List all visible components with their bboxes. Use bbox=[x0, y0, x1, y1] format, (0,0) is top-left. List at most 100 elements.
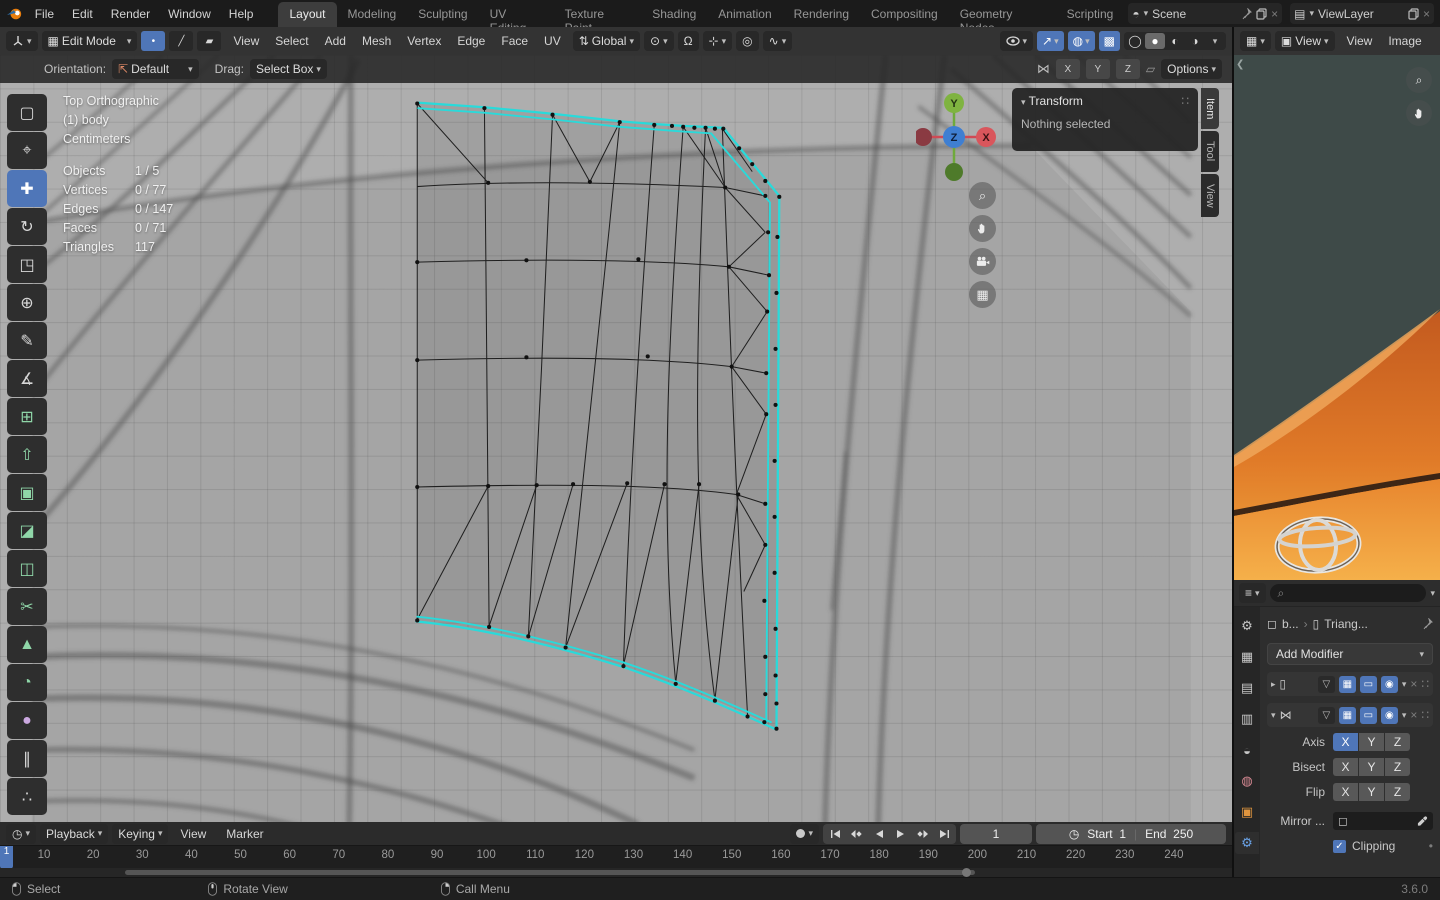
scene-selector[interactable]: ◓▾ Scene × bbox=[1128, 3, 1282, 24]
viewport-menu[interactable]: Vertex bbox=[399, 31, 449, 51]
snap-settings[interactable]: ⊹▾ bbox=[703, 31, 733, 51]
animate-dot-icon[interactable]: • bbox=[1429, 839, 1433, 853]
cage-toggle[interactable]: ▦ bbox=[1339, 676, 1356, 693]
mode-selector[interactable]: ▦Edit Mode▾ bbox=[42, 31, 138, 51]
rendered-shading-button[interactable]: ◑ bbox=[1185, 33, 1205, 49]
playback-menu[interactable]: Playback▾ bbox=[40, 824, 108, 844]
workspace-tab[interactable]: UV Editing bbox=[479, 2, 554, 27]
workspace-tab[interactable]: Scripting bbox=[1056, 2, 1125, 27]
realtime-display-toggle[interactable]: ▭ bbox=[1360, 707, 1377, 724]
sidebar-tab[interactable]: Item bbox=[1201, 88, 1219, 129]
workspace-tab[interactable]: Layout bbox=[278, 2, 336, 27]
proportional-editing-toggle[interactable]: ◎ bbox=[736, 31, 758, 51]
material-shading-button[interactable]: ◐ bbox=[1165, 33, 1185, 49]
keying-menu[interactable]: Keying▾ bbox=[112, 824, 168, 844]
play-button[interactable] bbox=[890, 825, 911, 843]
render-display-toggle[interactable]: ◉ bbox=[1381, 676, 1398, 693]
sidebar-tab[interactable]: Tool bbox=[1201, 131, 1219, 171]
image-editor-menu[interactable]: Image bbox=[1380, 31, 1429, 51]
image-view-selector[interactable]: ▣ View▾ bbox=[1275, 31, 1335, 51]
viewport-menu[interactable]: Select bbox=[267, 31, 316, 51]
flip-x-button[interactable]: X bbox=[1333, 783, 1358, 801]
axis-x-button[interactable]: X bbox=[1333, 733, 1358, 751]
properties-tab-render[interactable]: ▦ bbox=[1235, 646, 1259, 668]
tool-button-annotate[interactable]: ✎ bbox=[7, 322, 47, 359]
viewlayer-name[interactable]: ViewLayer bbox=[1318, 7, 1404, 21]
tool-button-edge-slide[interactable]: ∥ bbox=[7, 740, 47, 777]
mirror-x-button[interactable]: X bbox=[1056, 59, 1080, 79]
mirror-z-button[interactable]: Z bbox=[1116, 59, 1140, 79]
tool-button-inset-faces[interactable]: ▣ bbox=[7, 474, 47, 511]
viewport-menu[interactable]: Edge bbox=[449, 31, 493, 51]
properties-tab-world[interactable]: ◍ bbox=[1235, 770, 1259, 792]
falloff-selector[interactable]: ∿▾ bbox=[763, 31, 793, 51]
shading-dropdown[interactable]: ▾ bbox=[1205, 35, 1225, 48]
jump-to-end-button[interactable] bbox=[934, 825, 955, 843]
tool-button-scale[interactable]: ◳ bbox=[7, 246, 47, 283]
gizmo-toggle[interactable]: ↗▾ bbox=[1037, 31, 1064, 51]
grid-toggle-icon[interactable]: ▦ bbox=[969, 281, 996, 308]
workspace-tab[interactable]: Geometry Nodes bbox=[949, 2, 1056, 27]
viewport-menu[interactable]: Add bbox=[317, 31, 354, 51]
tool-button-move[interactable]: ✚ bbox=[7, 170, 47, 207]
zoom-icon[interactable]: ⌕ bbox=[969, 182, 996, 209]
wireframe-shading-button[interactable]: ◯ bbox=[1125, 33, 1145, 49]
overlays-toggle[interactable]: ◍▾ bbox=[1068, 31, 1095, 51]
pin-icon[interactable] bbox=[1242, 8, 1252, 20]
camera-view-icon[interactable] bbox=[969, 248, 996, 275]
breadcrumb-modifier[interactable]: Triang... bbox=[1324, 617, 1368, 631]
edit-mode-display-toggle[interactable]: ▽ bbox=[1318, 676, 1335, 693]
panel-resize-arrow-icon[interactable]: ❮ bbox=[1236, 59, 1244, 70]
timeline-view-menu[interactable]: View bbox=[172, 824, 214, 844]
blender-logo-icon[interactable] bbox=[6, 6, 24, 22]
scrollbar-knob[interactable] bbox=[962, 868, 971, 877]
transform-panel-collapse[interactable]: ▾ Transform bbox=[1021, 94, 1083, 108]
viewport-menu[interactable]: UV bbox=[536, 31, 569, 51]
previous-keyframe-button[interactable] bbox=[846, 825, 867, 843]
properties-tab-object[interactable]: ▣ bbox=[1235, 801, 1259, 823]
viewport-menu[interactable]: View bbox=[225, 31, 267, 51]
viewport-canvas[interactable] bbox=[0, 55, 1232, 822]
topbar-menu[interactable]: File bbox=[26, 4, 63, 24]
tool-button-add-cube[interactable]: ⊞ bbox=[7, 398, 47, 435]
timeline-scrollbar[interactable] bbox=[0, 868, 1232, 877]
visibility-dropdown[interactable]: ▾ bbox=[1000, 31, 1034, 51]
tool-button-poly-build[interactable]: ▲ bbox=[7, 626, 47, 663]
tool-button-extrude-region[interactable]: ⇧ bbox=[7, 436, 47, 473]
bisect-y-button[interactable]: Y bbox=[1359, 758, 1384, 776]
edit-mode-display-toggle[interactable]: ▽ bbox=[1318, 707, 1335, 724]
axis-y-button[interactable]: Y bbox=[1359, 733, 1384, 751]
tool-button-smooth[interactable]: ● bbox=[7, 702, 47, 739]
delete-scene-icon[interactable]: × bbox=[1271, 7, 1278, 21]
workspace-tab[interactable]: Animation bbox=[707, 2, 782, 27]
tool-button-bevel[interactable]: ◪ bbox=[7, 512, 47, 549]
drag-handle-icon[interactable]: ∷ bbox=[1421, 708, 1429, 722]
render-display-toggle[interactable]: ◉ bbox=[1381, 707, 1398, 724]
workspace-tab[interactable]: Shading bbox=[641, 2, 707, 27]
scene-name[interactable]: Scene bbox=[1152, 7, 1238, 21]
timeline-marker-menu[interactable]: Marker bbox=[218, 824, 271, 844]
copy-viewlayer-icon[interactable] bbox=[1408, 8, 1419, 20]
snap-toggle[interactable]: Ω bbox=[678, 31, 699, 51]
collapse-icon[interactable]: ▾ bbox=[1271, 710, 1276, 721]
breadcrumb-object[interactable]: b... bbox=[1282, 617, 1299, 631]
copy-scene-icon[interactable] bbox=[1256, 8, 1267, 20]
viewport-menu[interactable]: Mesh bbox=[354, 31, 399, 51]
drag-handle-icon[interactable]: ∷ bbox=[1421, 677, 1429, 691]
navigation-gizmo[interactable]: Y X Z bbox=[916, 92, 996, 184]
eyedropper-icon[interactable] bbox=[1417, 815, 1428, 827]
playhead[interactable]: 1 bbox=[0, 846, 13, 869]
viewlayer-selector[interactable]: ▤▾ ViewLayer × bbox=[1290, 3, 1434, 24]
tool-button-knife[interactable]: ✂ bbox=[7, 588, 47, 625]
auto-keying-toggle[interactable]: ▾ bbox=[790, 824, 819, 844]
options-dropdown[interactable]: Options▾ bbox=[1161, 59, 1222, 79]
play-reverse-button[interactable] bbox=[868, 825, 889, 843]
flip-z-button[interactable]: Z bbox=[1385, 783, 1410, 801]
pivot-point-selector[interactable]: ⊙▾ bbox=[644, 31, 674, 51]
vertex-select-mode-button[interactable]: • bbox=[141, 31, 165, 51]
use-preview-range-icon[interactable]: ◷ bbox=[1069, 827, 1079, 841]
realtime-display-toggle[interactable]: ▭ bbox=[1360, 676, 1377, 693]
properties-options-dropdown[interactable]: ▾ bbox=[1430, 588, 1435, 599]
delete-modifier-icon[interactable]: × bbox=[1410, 677, 1417, 691]
image-zoom-icon[interactable]: ⌕ bbox=[1406, 67, 1432, 93]
